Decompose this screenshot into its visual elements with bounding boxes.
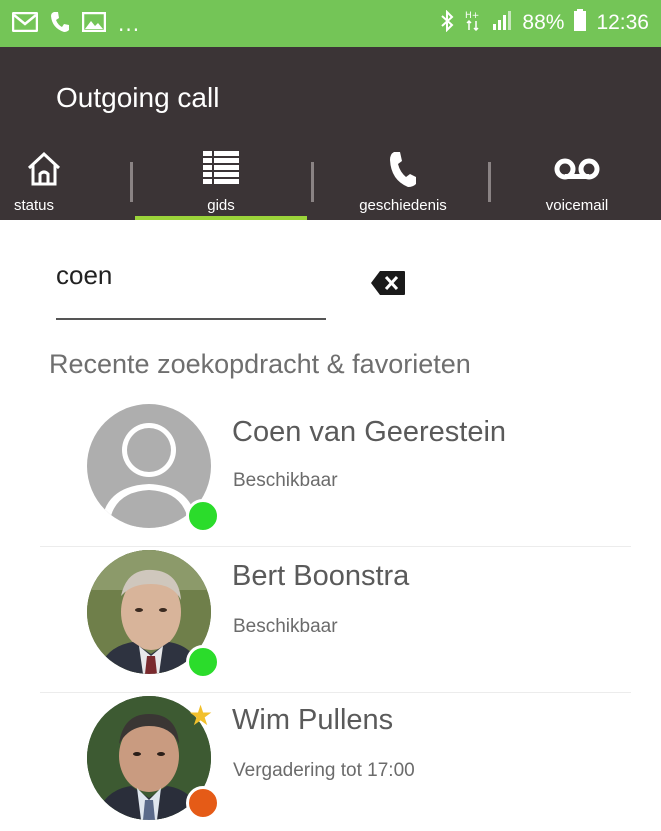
notification-icons: ... [11,10,141,38]
phone-icon [50,11,70,37]
system-icons: H+ 88% 12:36 [440,8,649,38]
signal-icon [492,10,512,36]
backspace-clear-icon[interactable] [370,270,406,296]
list-icon [197,147,245,191]
contact-name: Wim Pullens [232,704,394,736]
presence-indicator [186,645,220,679]
battery-icon [574,9,587,37]
contact-status: Beschikbaar [233,616,338,637]
tab-voicemail[interactable]: voicemail [493,145,661,220]
status-bar: ... H+ 88% 12:36 [0,0,661,47]
tab-divider [130,162,133,202]
page-title: Outgoing call [56,82,220,113]
battery-percent: 88% [522,11,565,34]
tab-divider [311,162,314,202]
home-icon [20,147,68,191]
voicemail-icon [553,147,601,191]
search-input[interactable] [56,255,326,295]
divider [40,692,631,693]
contact-row[interactable]: ★ Wim Pullens Vergadering tot 17:00 [0,696,661,831]
tab-gids-label: gids [207,197,235,214]
tab-geschiedenis-label: geschiedenis [359,197,447,214]
mobile-data-icon: H+ [464,9,482,37]
tab-gids[interactable]: gids [135,145,307,220]
active-tab-indicator [135,216,307,220]
tab-voicemail-label: voicemail [545,197,609,214]
tab-geschiedenis[interactable]: geschiedenis [318,145,488,220]
contact-name: Coen van Geerestein [232,416,507,448]
contact-row[interactable]: Coen van Geerestein Beschikbaar [0,404,661,547]
svg-text:H+: H+ [465,11,479,21]
app-header: Outgoing call status gids geschiedenis v… [0,47,661,220]
tab-status[interactable]: status [0,145,128,220]
more-notifications: ... [118,12,141,36]
contact-status: Beschikbaar [233,470,338,491]
phone-icon [379,147,427,191]
mail-icon [11,11,39,36]
image-icon [81,11,107,36]
contact-name: Bert Boonstra [232,560,410,592]
divider [40,546,631,547]
presence-indicator [186,786,220,820]
tab-status-label: status [14,197,55,214]
presence-indicator [186,499,220,533]
tab-bar: status gids geschiedenis voicemail [0,145,661,220]
search-field[interactable] [56,255,326,320]
favorite-star-icon: ★ [188,699,214,732]
contact-row[interactable]: Bert Boonstra Beschikbaar [0,550,661,693]
tab-divider [488,162,491,202]
section-title: Recente zoekopdracht & favorieten [49,349,471,379]
clock: 12:36 [596,11,649,34]
bluetooth-icon [440,9,454,36]
contact-status: Vergadering tot 17:00 [233,760,415,781]
